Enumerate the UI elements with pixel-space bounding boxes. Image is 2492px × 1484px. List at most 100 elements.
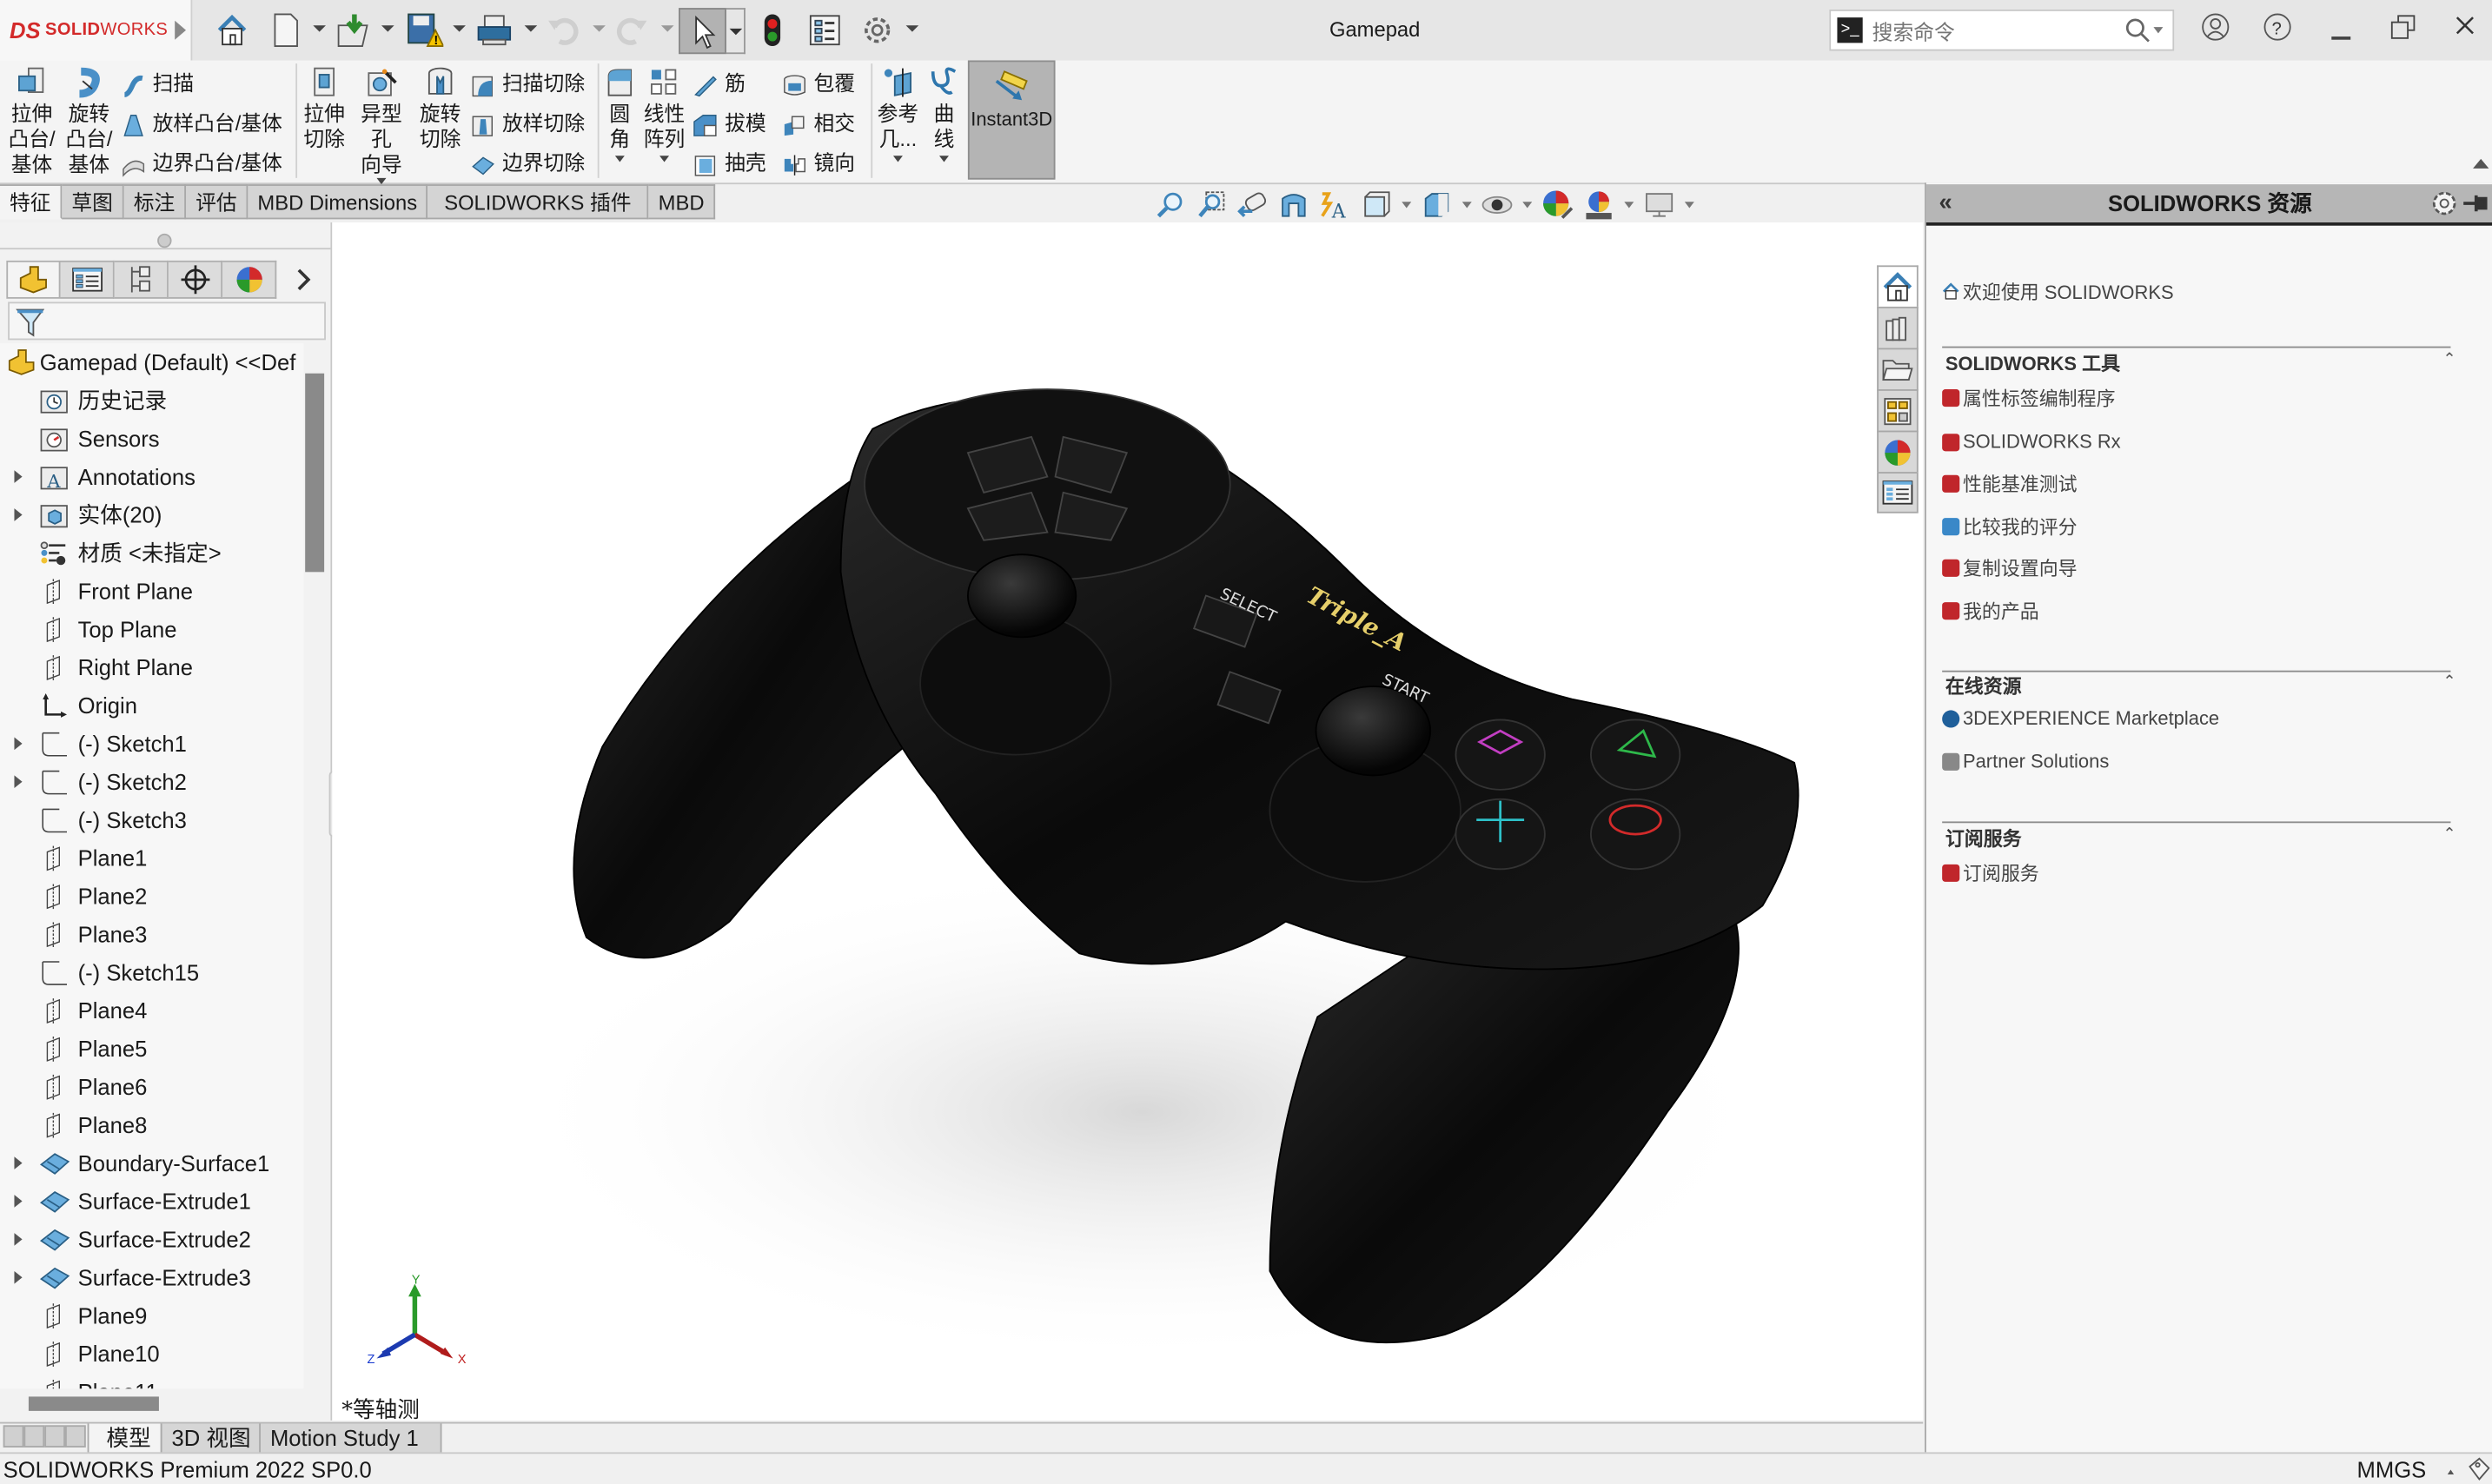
- graphics-area[interactable]: SELECT Triple_A START Y X Z *等轴测: [332, 222, 1924, 1421]
- hole-wizard-dropdown-caret[interactable]: [376, 177, 387, 185]
- pin-icon[interactable]: [2463, 192, 2492, 215]
- panel-grip-handle[interactable]: [157, 233, 172, 248]
- boundary-cut-button[interactable]: 边界切除: [470, 146, 585, 177]
- minimize-button[interactable]: [2323, 13, 2358, 48]
- last-tab-arrow-icon[interactable]: [64, 1425, 86, 1448]
- options-dropdown-caret[interactable]: [905, 25, 919, 32]
- linear-pattern-dropdown-caret[interactable]: [659, 156, 670, 162]
- tree-root-part[interactable]: Gamepad (Default) <<Def: [0, 343, 303, 381]
- home-icon[interactable]: [213, 11, 251, 50]
- extruded-boss-button[interactable]: 拉伸 凸台/ 基体: [6, 63, 57, 178]
- tab-markup[interactable]: 标注: [123, 184, 187, 220]
- select-dropdown[interactable]: [726, 8, 746, 55]
- restore-button[interactable]: [2385, 13, 2420, 48]
- property-manager-tab[interactable]: [60, 260, 115, 299]
- draft-button[interactable]: 拔模: [693, 107, 766, 138]
- previous-tab-arrow-icon[interactable]: [23, 1425, 45, 1448]
- view-orientation-dropdown-caret[interactable]: [1402, 202, 1412, 209]
- tree-node[interactable]: A Annotations: [0, 458, 303, 496]
- tree-node[interactable]: Sensors: [0, 420, 303, 458]
- expand-arrow-icon[interactable]: [14, 737, 23, 751]
- expand-arrow-icon[interactable]: [14, 470, 23, 483]
- tree-node[interactable]: Plane11: [0, 1373, 303, 1389]
- tab-appearances[interactable]: [1877, 430, 1919, 473]
- tree-horizontal-scrollbar[interactable]: [28, 1396, 159, 1411]
- select-button[interactable]: [679, 8, 726, 55]
- tree-node[interactable]: (-) Sketch2: [0, 763, 303, 801]
- task-pane-link[interactable]: Partner Solutions: [1942, 750, 2109, 772]
- new-dropdown-caret[interactable]: [313, 25, 326, 32]
- curves-dropdown-caret[interactable]: [938, 156, 949, 162]
- expand-menu-arrow-icon[interactable]: [175, 20, 187, 40]
- tab-evaluate[interactable]: 评估: [186, 184, 249, 220]
- collapse-online-resources-chevron-icon[interactable]: ⌃: [2442, 673, 2456, 691]
- task-pane-link[interactable]: 订阅服务: [1942, 859, 2039, 886]
- collapse-ribbon-icon[interactable]: [2473, 158, 2489, 169]
- linear-pattern-button[interactable]: 线性 阵列: [640, 63, 688, 162]
- collapse-tools-chevron-icon[interactable]: ⌃: [2442, 351, 2456, 368]
- search-dropdown-caret[interactable]: [2153, 27, 2164, 34]
- tree-node[interactable]: Surface-Extrude1: [0, 1183, 303, 1221]
- open-dropdown-caret[interactable]: [381, 25, 394, 32]
- expand-arrow-icon[interactable]: [14, 775, 23, 789]
- dimxpert-manager-tab[interactable]: [168, 260, 223, 299]
- tree-node[interactable]: (-) Sketch15: [0, 953, 303, 991]
- tree-node[interactable]: Plane9: [0, 1296, 303, 1335]
- help-icon[interactable]: ?: [2260, 13, 2295, 48]
- next-tab-arrow-icon[interactable]: [44, 1425, 65, 1448]
- view-orientation-icon[interactable]: [1361, 189, 1393, 222]
- extruded-cut-button[interactable]: 拉伸 切除: [301, 63, 348, 152]
- tree-vertical-scrollbar[interactable]: [305, 373, 325, 573]
- edit-appearance-icon[interactable]: [1541, 189, 1574, 222]
- tree-node[interactable]: Plane5: [0, 1030, 303, 1068]
- previous-view-icon[interactable]: [1236, 189, 1269, 222]
- tree-node[interactable]: Front Plane: [0, 572, 303, 610]
- undo-icon[interactable]: [544, 11, 582, 50]
- close-button[interactable]: [2448, 13, 2482, 48]
- dynamic-annotation-views-icon[interactable]: A: [1319, 189, 1351, 222]
- tab-features[interactable]: 特征: [0, 184, 63, 220]
- collapse-subscription-chevron-icon[interactable]: ⌃: [2442, 826, 2456, 844]
- unit-system-button[interactable]: MMGS: [2357, 1454, 2427, 1484]
- search-icon[interactable]: [2125, 17, 2151, 43]
- mirror-button[interactable]: 镜向: [782, 146, 855, 177]
- lofted-boss-button[interactable]: 放样凸台/基体: [121, 107, 282, 138]
- zoom-to-fit-icon[interactable]: [1154, 189, 1186, 222]
- hole-wizard-button[interactable]: 异型孔 向导: [351, 63, 412, 185]
- expand-arrow-icon[interactable]: [14, 1156, 23, 1169]
- curves-button[interactable]: 曲 线: [925, 63, 964, 162]
- redo-dropdown-caret[interactable]: [660, 25, 674, 32]
- expand-arrow-icon[interactable]: [14, 1195, 23, 1208]
- tree-node[interactable]: Plane4: [0, 991, 303, 1030]
- rib-button[interactable]: 筋: [693, 67, 746, 98]
- task-pane-link[interactable]: 我的产品: [1942, 598, 2039, 625]
- tree-filter[interactable]: [8, 301, 326, 341]
- view-settings-dropdown-caret[interactable]: [1684, 202, 1694, 209]
- lofted-cut-button[interactable]: 放样切除: [470, 107, 585, 138]
- tree-node[interactable]: Plane2: [0, 877, 303, 915]
- options-gear-icon[interactable]: [858, 11, 897, 50]
- first-tab-arrow-icon[interactable]: [3, 1425, 24, 1448]
- expand-arrow-icon[interactable]: [14, 508, 23, 521]
- rebuild-traffic-light-icon[interactable]: [753, 11, 792, 50]
- tree-node[interactable]: Surface-Extrude2: [0, 1220, 303, 1258]
- task-pane-link[interactable]: 3DEXPERIENCE Marketplace: [1942, 707, 2219, 729]
- expand-arrow-icon[interactable]: [14, 1233, 23, 1246]
- welcome-link[interactable]: 欢迎使用 SOLIDWORKS: [1942, 278, 2174, 305]
- boundary-boss-button[interactable]: 边界凸台/基体: [121, 146, 282, 177]
- new-document-icon[interactable]: [267, 11, 305, 50]
- swept-boss-button[interactable]: 扫描: [121, 67, 194, 98]
- tree-node[interactable]: Surface-Extrude3: [0, 1258, 303, 1296]
- open-icon[interactable]: [335, 11, 374, 50]
- tree-node[interactable]: Boundary-Surface1: [0, 1144, 303, 1183]
- feature-manager-tab[interactable]: [6, 260, 61, 299]
- unit-system-caret[interactable]: [2447, 1469, 2455, 1475]
- undo-dropdown-caret[interactable]: [593, 25, 606, 32]
- section-view-icon[interactable]: [1278, 189, 1310, 222]
- tab-mbd[interactable]: MBD: [648, 184, 716, 220]
- tab-design-library[interactable]: [1877, 306, 1919, 348]
- task-pane-link[interactable]: 性能基准测试: [1942, 470, 2078, 497]
- task-pane-link[interactable]: 复制设置向导: [1942, 554, 2078, 581]
- search-commands[interactable]: >_: [1829, 9, 2175, 51]
- tab-model[interactable]: 模型: [87, 1423, 162, 1454]
